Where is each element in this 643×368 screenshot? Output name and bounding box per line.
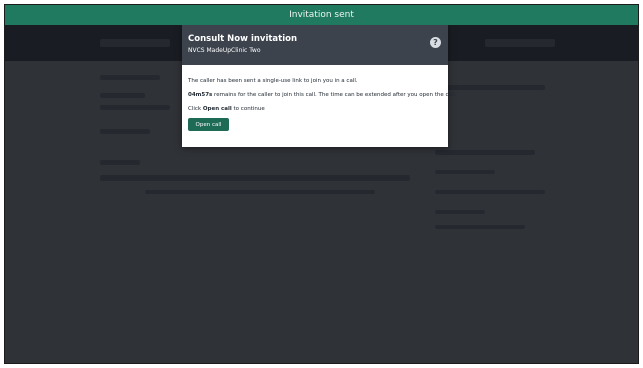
banner-text: Invitation sent [289,10,354,20]
consult-now-invitation-dialog: Consult Now invitation NVCS MadeUpClinic… [182,25,457,147]
instruction-action: Open call [202,106,232,112]
timer-message: 04m57s remains for the caller to join th… [188,92,457,98]
invitation-sent-banner: Invitation sent [5,5,638,25]
app-window: Invitation sent Consult Now invitation N… [4,4,639,364]
instruction-suffix: to continue [231,106,265,112]
open-call-button[interactable]: Open call [188,118,229,131]
instruction-message: Click Open call to continue [188,106,265,112]
dialog-title: Consult Now invitation [188,34,298,44]
dialog-header: Consult Now invitation NVCS MadeUpClinic… [182,25,448,65]
countdown-timer: 04m57s [188,92,213,98]
instruction-prefix: Click [188,106,203,112]
help-icon[interactable]: ? [430,37,441,48]
timer-message-text: remains for the caller to join this call… [212,92,457,98]
invitation-message: The caller has been sent a single-use li… [188,78,358,84]
dialog-subtitle: NVCS MadeUpClinic Two [188,47,261,54]
